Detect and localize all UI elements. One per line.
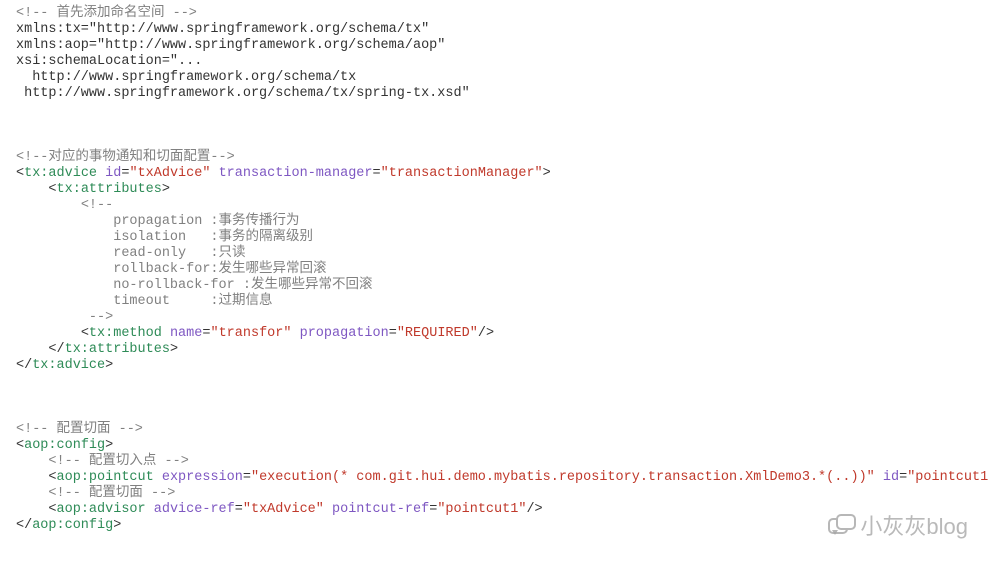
code-token: aop:pointcut: [57, 470, 154, 485]
code-token: <!-- 配置切面 -->: [48, 486, 175, 501]
code-token: "transactionManager": [381, 166, 543, 181]
code-token: expression: [162, 470, 243, 485]
code-token: [324, 502, 332, 517]
code-token: tx:method: [89, 326, 162, 341]
code-token: read-only :只读: [16, 246, 246, 261]
code-token: [16, 326, 81, 341]
watermark: 小灰灰blog: [828, 509, 968, 541]
code-token: "txAdvice": [129, 166, 210, 181]
code-token: [154, 470, 162, 485]
code-token: "pointcut1": [437, 502, 526, 517]
code-token: name: [170, 326, 202, 341]
code-token: "transfor": [210, 326, 291, 341]
code-token: xmlns:tx="http://www.springframework.org…: [16, 22, 429, 37]
code-token: aop:config: [32, 518, 113, 533]
code-token: <: [81, 326, 89, 341]
code-token: [291, 326, 299, 341]
code-token: aop:advisor: [57, 502, 146, 517]
code-token: tx:advice: [24, 166, 97, 181]
code-token: <!-- 首先添加命名空间 -->: [16, 6, 197, 21]
code-token: -->: [89, 310, 113, 325]
code-token: [97, 166, 105, 181]
code-token: [162, 326, 170, 341]
code-token: >: [162, 182, 170, 197]
code-token: >: [113, 518, 121, 533]
code-token: aop:config: [24, 438, 105, 453]
code-token: [16, 198, 81, 213]
code-token: [146, 502, 154, 517]
code-token: =: [389, 326, 397, 341]
code-token: >: [170, 342, 178, 357]
code-token: =: [235, 502, 243, 517]
code-token: <: [16, 438, 24, 453]
code-token: propagation :事务传播行为: [16, 214, 300, 229]
wechat-comment-icon: [828, 514, 854, 536]
code-token: =: [243, 470, 251, 485]
code-token: <: [48, 502, 56, 517]
code-token: "pointcut1": [907, 470, 990, 485]
code-token: rollback-for:发生哪些异常回滚: [16, 262, 327, 277]
code-token: tx:attributes: [65, 342, 170, 357]
code-token: >: [543, 166, 551, 181]
code-token: >: [105, 438, 113, 453]
code-token: [210, 166, 218, 181]
code-token: pointcut-ref: [332, 502, 429, 517]
code-block: <!-- 首先添加命名空间 --> xmlns:tx="http://www.s…: [0, 0, 990, 540]
code-token: <!-- 配置切入点 -->: [48, 454, 188, 469]
code-token: >: [105, 358, 113, 373]
code-token: =: [373, 166, 381, 181]
watermark-text: 小灰灰blog: [860, 509, 968, 541]
code-token: http://www.springframework.org/schema/tx…: [16, 86, 470, 101]
code-token: <: [16, 166, 24, 181]
code-token: [16, 310, 89, 325]
code-token: transaction-manager: [219, 166, 373, 181]
code-token: propagation: [300, 326, 389, 341]
code-token: "execution(* com.git.hui.demo.mybatis.re…: [251, 470, 875, 485]
code-token: [875, 470, 883, 485]
code-token: timeout :过期信息: [16, 294, 273, 309]
code-token: <: [48, 470, 56, 485]
code-token: "txAdvice": [243, 502, 324, 517]
code-token: isolation :事务的隔离级别: [16, 230, 313, 245]
code-token: id: [105, 166, 121, 181]
code-token: no-rollback-for :发生哪些异常不回滚: [16, 278, 372, 293]
code-token: [16, 342, 48, 357]
code-token: [16, 486, 48, 501]
code-token: id: [883, 470, 899, 485]
code-token: <!-- 配置切面 -->: [16, 422, 143, 437]
code-token: "REQUIRED": [397, 326, 478, 341]
code-token: [16, 182, 48, 197]
code-token: <!--: [81, 198, 113, 213]
code-token: =: [899, 470, 907, 485]
code-token: [16, 470, 48, 485]
code-token: />: [478, 326, 494, 341]
code-token: tx:advice: [32, 358, 105, 373]
code-token: http://www.springframework.org/schema/tx: [16, 70, 356, 85]
code-token: </: [48, 342, 64, 357]
code-token: <: [48, 182, 56, 197]
code-token: [16, 502, 48, 517]
code-token: [16, 454, 48, 469]
code-token: tx:attributes: [57, 182, 162, 197]
code-token: xmlns:aop="http://www.springframework.or…: [16, 38, 445, 53]
code-token: />: [526, 502, 542, 517]
code-token: </: [16, 518, 32, 533]
code-token: <!--对应的事物通知和切面配置-->: [16, 150, 235, 165]
code-token: xsi:schemaLocation="...: [16, 54, 202, 69]
code-token: advice-ref: [154, 502, 235, 517]
code-token: </: [16, 358, 32, 373]
